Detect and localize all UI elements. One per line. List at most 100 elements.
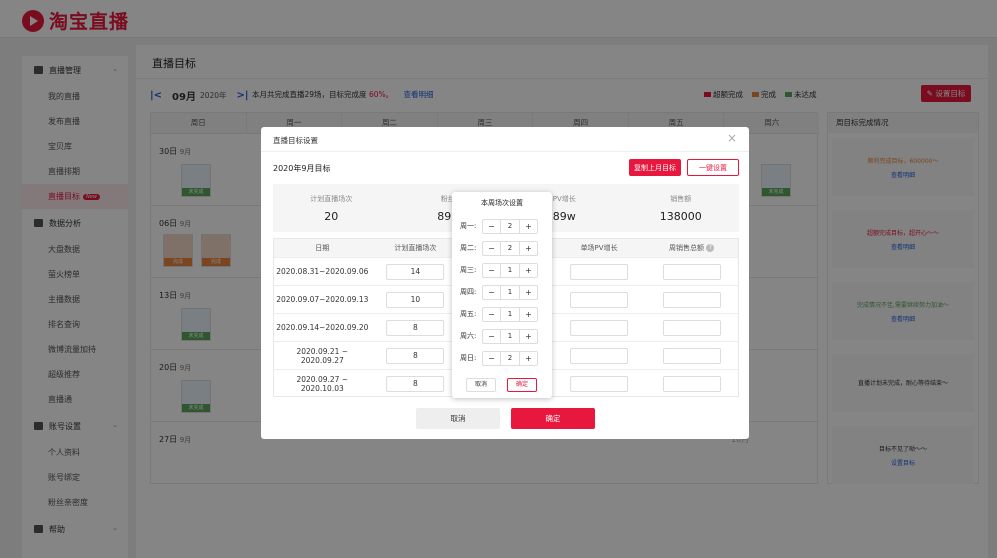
divider [261,151,749,152]
sales-input[interactable] [662,319,721,336]
sessions-cell: 8 [371,375,461,392]
quantity-stepper: −2 + [482,218,538,234]
pv-cell [553,291,646,308]
one-key-set-button[interactable]: 一键设置 [687,159,739,176]
day-label: 周日: [460,354,477,362]
quantity-stepper: −1 + [482,328,538,344]
pv-cell [553,263,646,280]
stepper-value[interactable]: 1 [500,307,520,321]
sessions-cell: 8 [371,347,461,364]
sessions-cell: 10 [371,291,461,308]
pv-input[interactable] [570,375,629,392]
day-stepper-row: 周日: −2 + [460,350,546,366]
popover-confirm-button[interactable]: 确定 [507,378,537,392]
minus-icon[interactable]: − [483,352,500,365]
sessions-input[interactable]: 8 [386,347,445,364]
stepper-value[interactable]: 2 [500,351,520,365]
pv-input[interactable] [570,291,629,308]
minus-icon[interactable]: − [483,220,500,233]
day-label: 周三: [460,266,477,274]
date-range: 2020.08.31~2020.09.06 [276,267,369,276]
day-stepper-row: 周二: −2 + [460,240,546,256]
day-stepper-row: 周三: −1 + [460,262,546,278]
stepper-value[interactable]: 2 [500,219,520,233]
quantity-stepper: −1 + [482,262,538,278]
cancel-button[interactable]: 取消 [416,408,500,429]
close-icon[interactable]: × [727,131,737,145]
month-target-title: 2020年9月目标 [273,164,331,173]
stat-value: 20 [324,210,339,223]
sessions-input[interactable]: 8 [386,375,445,392]
sales-input[interactable] [662,291,721,308]
plus-icon[interactable]: + [520,330,537,343]
date-range: 2020.09.14~2020.09.20 [276,323,369,332]
stat-value: 138000 [659,210,702,223]
date-range: 2020.09.21 ~ 2020.09.27 [296,346,349,365]
day-stepper-row: 周六: −1 + [460,328,546,344]
quantity-stepper: −1 + [482,284,538,300]
minus-icon[interactable]: − [483,242,500,255]
plus-icon[interactable]: + [520,220,537,233]
pv-input[interactable] [570,319,629,336]
quantity-stepper: −2 + [482,240,538,256]
column-header: 单场PV增长 [580,244,618,252]
date-range: 2020.09.27 ~ 2020.10.03 [296,374,349,393]
day-label: 周六: [460,332,477,340]
stat-sessions: 计划直播场次 20 [273,184,390,232]
copy-last-month-button[interactable]: 复制上月目标 [629,159,681,176]
pv-cell [553,319,646,336]
stat-sales: 销售额 138000 [623,184,740,232]
minus-icon[interactable]: − [483,308,500,321]
sales-input[interactable] [662,263,721,280]
stepper-value[interactable]: 1 [500,329,520,343]
help-icon[interactable]: ? [706,244,715,252]
day-label: 周二: [460,244,477,252]
sales-cell [645,263,738,280]
minus-icon[interactable]: − [483,286,500,299]
pv-input[interactable] [570,263,629,280]
weekly-sessions-popover: 本周场次设置 周一: −2 + 周二: −2 + 周三: −1 + 周四: −1 + 周五: −1… [452,192,552,398]
modal-title: 直播目标设置 [273,136,318,145]
plus-icon[interactable]: + [520,308,537,321]
plus-icon[interactable]: + [520,286,537,299]
day-label: 周五: [460,310,477,318]
sessions-cell: 8 [371,319,461,336]
quantity-stepper: −2 + [482,350,538,366]
sales-input[interactable] [662,347,721,364]
sales-input[interactable] [662,375,721,392]
popover-cancel-button[interactable]: 取消 [466,378,496,392]
pv-cell [553,375,646,392]
sessions-input[interactable]: 8 [386,319,445,336]
plus-icon[interactable]: + [520,242,537,255]
pv-input[interactable] [570,347,629,364]
sessions-cell: 14 [371,263,461,280]
sales-cell [645,291,738,308]
day-stepper-row: 周四: −1 + [460,284,546,300]
minus-icon[interactable]: − [483,330,500,343]
sales-cell [645,347,738,364]
sales-cell [645,375,738,392]
stat-label: 销售额 [670,195,692,203]
sessions-input[interactable]: 14 [386,263,445,280]
column-header-label: 周销售总额 [669,244,705,252]
stepper-value[interactable]: 2 [500,241,520,255]
day-label: 周一: [460,222,477,230]
plus-icon[interactable]: + [520,352,537,365]
day-label: 周四: [460,288,477,296]
date-range: 2020.09.07~2020.09.13 [276,295,369,304]
quantity-stepper: −1 + [482,306,538,322]
stepper-value[interactable]: 1 [500,263,520,277]
popover-title: 本周场次设置 [481,199,523,207]
confirm-button[interactable]: 确定 [511,408,595,429]
sessions-input[interactable]: 10 [386,291,445,308]
stepper-value[interactable]: 1 [500,285,520,299]
column-header: 周销售总额 ? [645,239,738,257]
plus-icon[interactable]: + [520,264,537,277]
minus-icon[interactable]: − [483,264,500,277]
pv-cell [553,347,646,364]
column-header: 计划直播场次 [394,244,437,252]
column-header: 日期 [315,244,330,252]
day-stepper-row: 周五: −1 + [460,306,546,322]
stat-label: 计划直播场次 [310,195,353,203]
day-stepper-row: 周一: −2 + [460,218,546,234]
